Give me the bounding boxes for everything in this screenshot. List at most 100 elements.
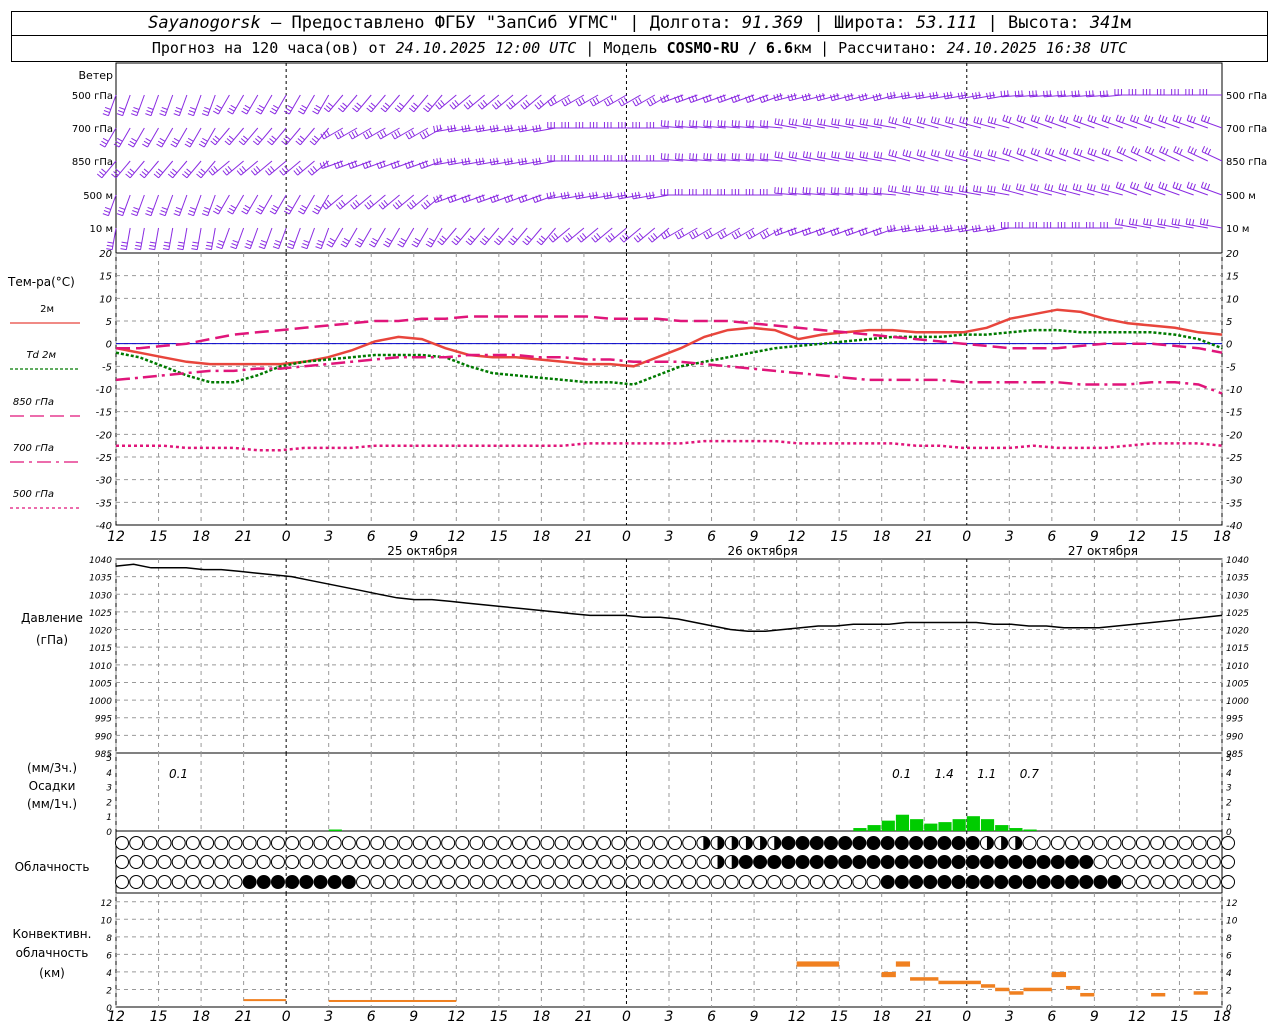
cloud-cover-symbol	[781, 836, 796, 850]
cloud-cover-symbol	[611, 855, 626, 869]
cloud-cover-symbol	[1022, 855, 1037, 869]
wind-level-label: 10 м	[90, 224, 113, 235]
cloud-cover-symbol	[384, 875, 399, 889]
cloud-cover-symbol	[540, 836, 555, 850]
wind-barb-tick	[916, 116, 920, 123]
wind-barb-tick	[383, 243, 389, 248]
wind-barb-tick	[1075, 184, 1079, 191]
wind-barb-tick	[929, 225, 932, 232]
cloud-cover-symbol	[668, 855, 682, 869]
wind-level-label-right: 500 гПа	[1226, 91, 1267, 102]
cloud-cover-symbol	[994, 875, 1009, 889]
temp-legend-label: Td 2м	[26, 350, 56, 361]
wind-barb-tick	[1090, 184, 1093, 191]
wind-barb-tick	[603, 192, 606, 199]
wind-barb-tick	[475, 158, 478, 165]
precip-bar	[938, 822, 952, 831]
time-tick-label: 0	[962, 1009, 971, 1024]
cloud-cover-symbol	[285, 875, 300, 889]
wind-barb-tick	[177, 244, 184, 247]
wind-barb-tick	[461, 125, 464, 132]
wind-barb-tick	[975, 225, 978, 232]
wind-barb-tick	[1201, 146, 1206, 152]
wind-barb-tick	[323, 107, 330, 113]
precip-tick-label: 1	[106, 813, 112, 823]
wind-barb-tick	[321, 204, 327, 210]
wind-barb-tick	[484, 235, 490, 241]
wind-barb-tick	[972, 185, 975, 192]
wind-barb-tick	[989, 92, 992, 99]
wind-barb-tick	[356, 240, 363, 245]
wind-barb-tick	[99, 171, 105, 176]
wind-barb-tick	[1107, 185, 1110, 192]
wind-barb-tick	[1115, 181, 1119, 188]
wind-barb-tick	[650, 235, 656, 241]
wind-barb-tick	[1016, 114, 1020, 121]
wind-barb-tick	[478, 125, 481, 132]
wind-barb-tick	[901, 225, 904, 232]
cloud-cover-symbol	[313, 836, 328, 850]
cloud-cover-symbol	[497, 875, 512, 889]
cloud-cover-symbol	[398, 836, 413, 850]
wind-barb-tick	[271, 107, 278, 112]
wind-barb-tick	[830, 94, 833, 101]
wind-barb-tick	[1019, 115, 1023, 122]
wind-barb-tick	[1177, 219, 1181, 226]
wind-barb-tick	[1161, 182, 1165, 189]
wind-barb-tick	[678, 120, 680, 127]
wind-barb-tick	[482, 124, 485, 131]
wind-barb-tick	[1099, 90, 1102, 97]
wind-barb-tick	[273, 104, 279, 109]
wind-barb-tick	[298, 165, 304, 172]
wind-barb-tick	[745, 120, 748, 127]
cloud-cover-symbol	[143, 836, 158, 850]
wind-barb-tick	[383, 199, 389, 206]
wind-barb-tick	[427, 102, 433, 108]
cloud-cover-symbol	[767, 855, 782, 869]
wind-barb-tick	[464, 158, 467, 165]
wind-barb-tick	[411, 243, 418, 248]
wind-barb-tick	[414, 237, 421, 242]
wind-barb-tick	[532, 158, 535, 165]
wind-barb-tick	[589, 100, 594, 107]
temp-legend-label: 500 гПа	[13, 489, 54, 500]
wind-barb-tick	[1087, 114, 1091, 121]
cloud-cover-symbol	[1050, 855, 1065, 869]
wind-barb-tick	[155, 171, 162, 176]
wind-barb-tick	[921, 91, 924, 98]
wind-barb-tick	[891, 150, 895, 157]
cloud-cover-symbol	[483, 875, 498, 889]
wind-barb-tick	[1172, 181, 1176, 188]
wind-barb-tick	[368, 105, 374, 110]
wind-barb-tick	[620, 192, 623, 199]
wind-barb-tick	[218, 239, 225, 243]
cloud-cover-symbol	[582, 855, 597, 869]
wind-barb-tick	[823, 119, 826, 126]
cloud-cover-symbol	[469, 855, 484, 869]
wind-barb-tick	[916, 185, 919, 192]
temp-tick-label: -5	[102, 362, 112, 373]
conv-tick-label: 2	[106, 986, 112, 996]
wind-barb-tick	[822, 93, 825, 100]
wind-barb-tick	[206, 241, 213, 244]
wind-barb-tick	[951, 186, 954, 193]
wind-barb-tick	[979, 118, 983, 125]
wind-barb-tick	[876, 118, 879, 125]
wind-barb-tick	[1033, 184, 1036, 191]
temp-tick-label-right: -40	[1226, 521, 1242, 532]
wind-barb-tick	[606, 98, 611, 105]
wind-barb-tick	[286, 246, 293, 250]
wind-barb-tick	[820, 118, 823, 125]
wind-barb-tick	[131, 213, 138, 217]
wind-barb-tick	[160, 110, 167, 114]
wind-barb-tick	[366, 202, 372, 208]
wind-barb-tick	[520, 104, 525, 110]
wind-barb-tick	[467, 157, 470, 164]
wind-barb-tick	[143, 140, 150, 145]
conv-title-1: Конвективн.	[13, 927, 92, 941]
wind-barb-tick	[992, 91, 995, 98]
wind-barb-tick	[888, 149, 891, 156]
cloud-cover-symbol	[1164, 875, 1179, 889]
wind-barb-tick	[1192, 183, 1196, 190]
time-tick-label: 3	[1005, 529, 1014, 545]
